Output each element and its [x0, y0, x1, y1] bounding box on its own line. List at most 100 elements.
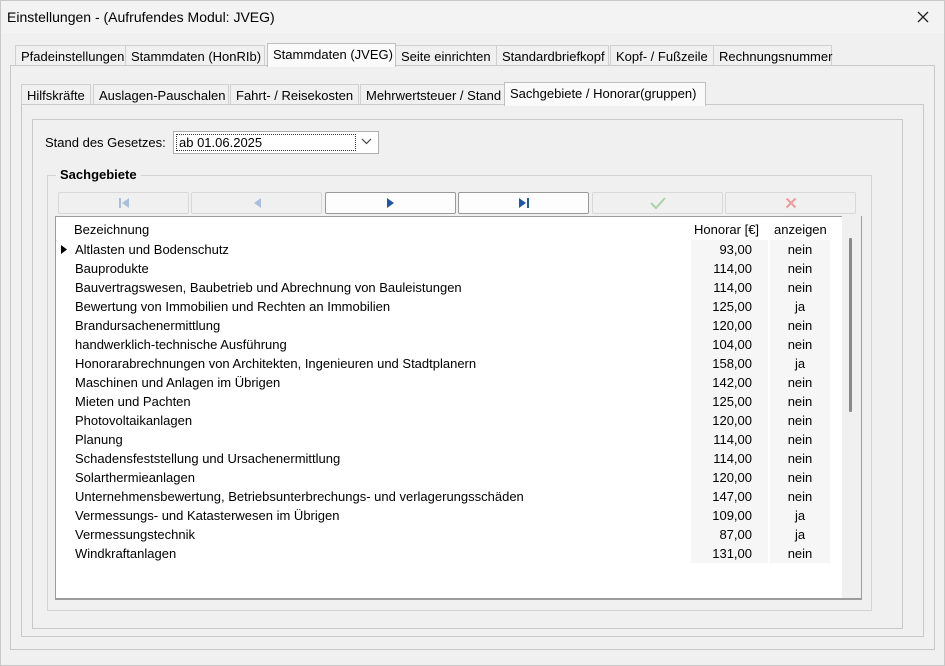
cell-bezeichnung: Mieten und Pachten	[75, 394, 191, 409]
cell-bezeichnung: Vermessungs- und Katasterwesen im Übrige…	[75, 508, 340, 523]
cell-anzeigen: nein	[770, 259, 830, 278]
cell-anzeigen: ja	[770, 297, 830, 316]
tab-rechnungsnummer[interactable]: Rechnungsnummer	[713, 45, 832, 67]
tab-hilfskraefte[interactable]: Hilfskräfte	[21, 84, 91, 106]
cell-honorar: 142,00	[691, 373, 768, 392]
tab-label: Seite einrichten	[401, 49, 491, 64]
table-row[interactable]: Vermessungs- und Katasterwesen im Übrige…	[56, 506, 833, 525]
table-row[interactable]: Schadensfeststellung und Ursachenermittl…	[56, 449, 833, 468]
tab-pfadeinstellungen[interactable]: Pfadeinstellungen	[15, 45, 126, 67]
last-record-icon	[518, 198, 529, 208]
cell-anzeigen: nein	[770, 316, 830, 335]
tab-mehrwertsteuer-stand[interactable]: Mehrwertsteuer / Stand	[360, 84, 505, 106]
cell-honorar: 120,00	[691, 316, 768, 335]
title-bar: Einstellungen - (Aufrufendes Modul: JVEG…	[1, 1, 944, 33]
cell-anzeigen: nein	[770, 430, 830, 449]
table-row[interactable]: Altlasten und Bodenschutz 93,00 nein	[56, 240, 833, 259]
tab-stammdaten-honrlb[interactable]: Stammdaten (HonRIb)	[125, 45, 265, 67]
cell-bezeichnung: Bauvertragswesen, Baubetrieb und Abrechn…	[75, 280, 462, 295]
x-icon	[785, 197, 796, 209]
tab-label: Rechnungsnummer	[719, 49, 833, 64]
cell-bezeichnung: Brandursachenermittlung	[75, 318, 221, 333]
stand-value: ab 01.06.2025	[176, 134, 356, 151]
table-row[interactable]: Mieten und Pachten 125,00 nein	[56, 392, 833, 411]
cell-bezeichnung: Planung	[75, 432, 123, 447]
table-row[interactable]: Photovoltaikanlagen 120,00 nein	[56, 411, 833, 430]
cell-honorar: 125,00	[691, 392, 768, 411]
tab-sachgebiete-honorar[interactable]: Sachgebiete / Honorar(gruppen)	[504, 82, 706, 106]
tab-standardbriefkopf[interactable]: Standardbriefkopf	[496, 45, 609, 67]
nav-last-button[interactable]	[458, 192, 589, 214]
current-row-indicator-icon	[61, 245, 67, 254]
cell-bezeichnung: Honorarabrechnungen von Architekten, Ing…	[75, 356, 477, 371]
table-row[interactable]: Bewertung von Immobilien und Rechten an …	[56, 297, 833, 316]
cell-anzeigen: nein	[770, 449, 830, 468]
column-header-honorar[interactable]: Honorar [€]	[694, 222, 759, 237]
nav-prev-button[interactable]	[191, 192, 322, 214]
close-button[interactable]	[910, 5, 936, 29]
cell-bezeichnung: Unternehmensbewertung, Betriebsunterbrec…	[75, 489, 524, 504]
nav-cancel-button[interactable]	[725, 192, 856, 214]
first-record-icon	[118, 198, 129, 208]
cell-anzeigen: ja	[770, 506, 830, 525]
nav-first-button[interactable]	[58, 192, 189, 214]
tab-label: Mehrwertsteuer / Stand	[366, 88, 502, 103]
table-row[interactable]: Maschinen und Anlagen im Übrigen 142,00 …	[56, 373, 833, 392]
cell-bezeichnung: handwerklich-technische Ausführung	[75, 337, 287, 352]
table-row[interactable]: Bauprodukte 114,00 nein	[56, 259, 833, 278]
stand-select[interactable]: ab 01.06.2025	[173, 131, 379, 154]
table-row[interactable]: Unternehmensbewertung, Betriebsunterbrec…	[56, 487, 833, 506]
tab-auslagen-pauschalen[interactable]: Auslagen-Pauschalen	[93, 84, 229, 106]
cell-honorar: 147,00	[691, 487, 768, 506]
settings-window: Einstellungen - (Aufrufendes Modul: JVEG…	[0, 0, 945, 666]
sub-tabs: Hilfskräfte Auslagen-Pauschalen Fahrt- /…	[1, 82, 945, 106]
scrollbar-thumb[interactable]	[849, 238, 852, 412]
tab-stammdaten-jveg[interactable]: Stammdaten (JVEG)	[267, 43, 396, 67]
tab-label: Sachgebiete / Honorar(gruppen)	[510, 86, 697, 101]
cell-bezeichnung: Photovoltaikanlagen	[75, 413, 193, 428]
tab-label: Stammdaten (JVEG)	[273, 47, 393, 62]
grid-scrollbar[interactable]	[842, 216, 861, 598]
tab-kopf-fusszeile[interactable]: Kopf- / Fußzeile	[610, 45, 714, 67]
table-row[interactable]: Honorarabrechnungen von Architekten, Ing…	[56, 354, 833, 373]
cell-honorar: 125,00	[691, 297, 768, 316]
window-title: Einstellungen - (Aufrufendes Modul: JVEG…	[7, 9, 275, 25]
tab-label: Standardbriefkopf	[502, 49, 605, 64]
table-row[interactable]: Solarthermieanlagen 120,00 nein	[56, 468, 833, 487]
cell-honorar: 109,00	[691, 506, 768, 525]
cell-bezeichnung: Bauprodukte	[75, 261, 149, 276]
cell-honorar: 114,00	[691, 278, 768, 297]
cell-anzeigen: nein	[770, 278, 830, 297]
table-row[interactable]: Brandursachenermittlung 120,00 nein	[56, 316, 833, 335]
cell-bezeichnung: Solarthermieanlagen	[75, 470, 195, 485]
main-tabs: Pfadeinstellungen Stammdaten (HonRIb) St…	[1, 43, 945, 67]
table-row[interactable]: handwerklich-technische Ausführung 104,0…	[56, 335, 833, 354]
checkmark-icon	[649, 197, 666, 209]
cell-anzeigen: nein	[770, 373, 830, 392]
next-record-icon	[386, 198, 394, 208]
cell-bezeichnung: Windkraftanlagen	[75, 546, 177, 561]
column-header-anzeigen[interactable]: anzeigen	[774, 222, 827, 237]
table-row[interactable]: Windkraftanlagen 131,00 nein	[56, 544, 833, 563]
cell-bezeichnung: Vermessungstechnik	[75, 527, 195, 542]
cell-anzeigen: ja	[770, 354, 830, 373]
table-row[interactable]: Planung 114,00 nein	[56, 430, 833, 449]
nav-post-button[interactable]	[592, 192, 723, 214]
cell-honorar: 114,00	[691, 449, 768, 468]
cell-anzeigen: nein	[770, 487, 830, 506]
cell-honorar: 114,00	[691, 259, 768, 278]
cell-anzeigen: nein	[770, 240, 830, 259]
tab-label: Auslagen-Pauschalen	[99, 88, 226, 103]
tab-fahrt-reisekosten[interactable]: Fahrt- / Reisekosten	[230, 84, 359, 106]
table-row[interactable]: Bauvertragswesen, Baubetrieb und Abrechn…	[56, 278, 833, 297]
tab-seite-einrichten[interactable]: Seite einrichten	[395, 45, 497, 67]
cell-honorar: 158,00	[691, 354, 768, 373]
cell-honorar: 104,00	[691, 335, 768, 354]
table-row[interactable]: Vermessungstechnik 87,00 ja	[56, 525, 833, 544]
nav-next-button[interactable]	[325, 192, 456, 214]
cell-honorar: 120,00	[691, 411, 768, 430]
cell-honorar: 114,00	[691, 430, 768, 449]
tab-label: Fahrt- / Reisekosten	[236, 88, 354, 103]
column-header-bezeichnung[interactable]: Bezeichnung	[74, 222, 149, 237]
cell-honorar: 120,00	[691, 468, 768, 487]
